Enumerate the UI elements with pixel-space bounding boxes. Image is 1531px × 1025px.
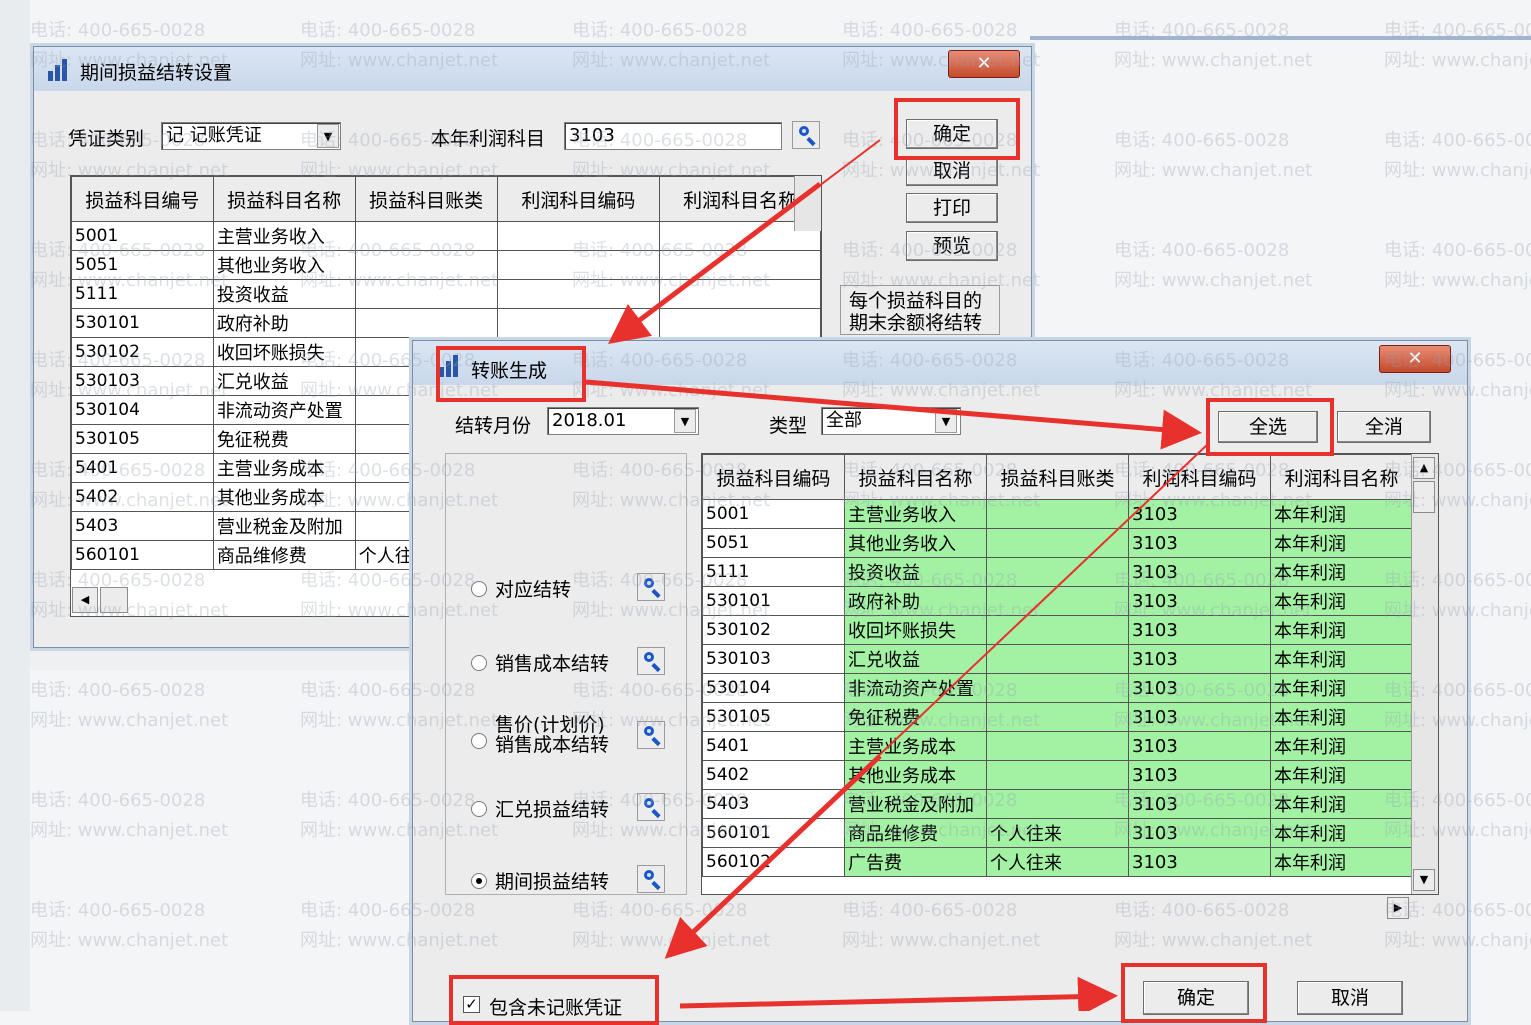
arrow-checkbox-to-ok xyxy=(679,976,1118,1011)
arrow-title-to-select-all xyxy=(585,379,1202,450)
arrow-ok-to-dialog-bold xyxy=(608,182,822,345)
arrow-select-all-to-checkbox-bold xyxy=(664,754,882,959)
annotation-arrows xyxy=(585,139,1209,1011)
